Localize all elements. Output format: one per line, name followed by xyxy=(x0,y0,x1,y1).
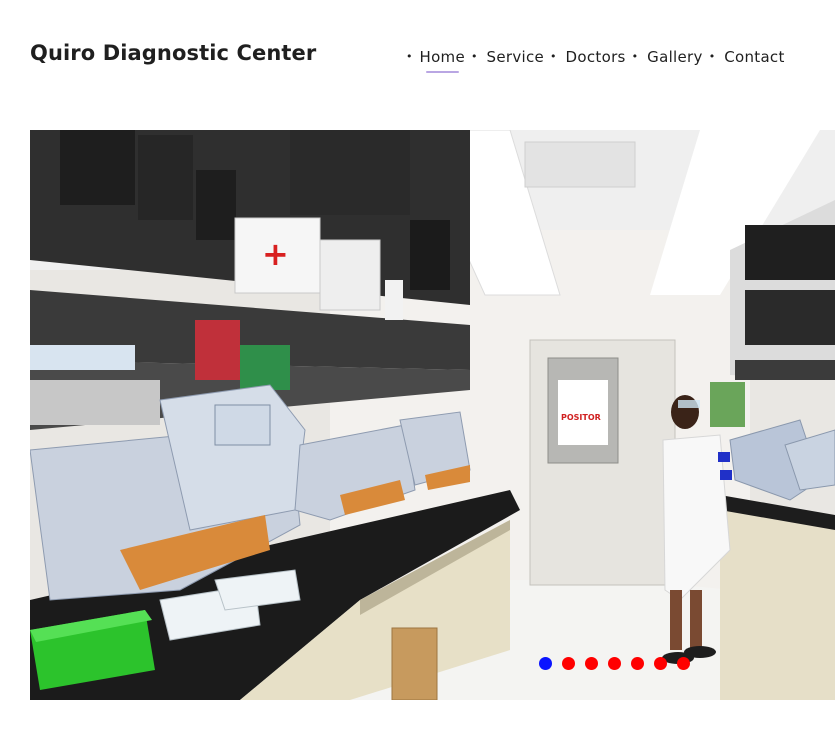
slider-dot[interactable] xyxy=(654,657,667,670)
nav-bullet: • xyxy=(406,50,413,63)
nav-item-gallery[interactable]: Gallery xyxy=(647,45,703,69)
slider-dot[interactable] xyxy=(585,657,598,670)
nav-item-service[interactable]: Service xyxy=(487,45,545,69)
nav-bullet: • xyxy=(631,50,639,63)
nav-bullet: • xyxy=(708,50,716,63)
main-nav: • Home • Service • Doctors • Gallery • C… xyxy=(406,45,785,73)
nav-item-contact[interactable]: Contact xyxy=(724,45,784,69)
slider-dot[interactable] xyxy=(539,657,552,670)
slider-dot[interactable] xyxy=(562,657,575,670)
slider-dot[interactable] xyxy=(677,657,690,670)
nav-bullet: • xyxy=(550,50,557,63)
hero-slider[interactable]: + POSITOR xyxy=(30,130,835,700)
nav-item-doctors[interactable]: Doctors xyxy=(566,45,626,69)
slider-pagination xyxy=(539,657,690,670)
svg-text:+: + xyxy=(262,235,289,273)
nav-item-home[interactable]: Home xyxy=(420,45,466,73)
site-title[interactable]: Quiro Diagnostic Center xyxy=(30,41,316,65)
slider-dot[interactable] xyxy=(608,657,621,670)
nav-bullet: • xyxy=(471,50,478,63)
lab-photo: + POSITOR xyxy=(30,130,835,700)
site-header: Quiro Diagnostic Center • Home • Service… xyxy=(0,0,835,115)
door-sign: POSITOR xyxy=(561,413,601,422)
slider-dot[interactable] xyxy=(631,657,644,670)
